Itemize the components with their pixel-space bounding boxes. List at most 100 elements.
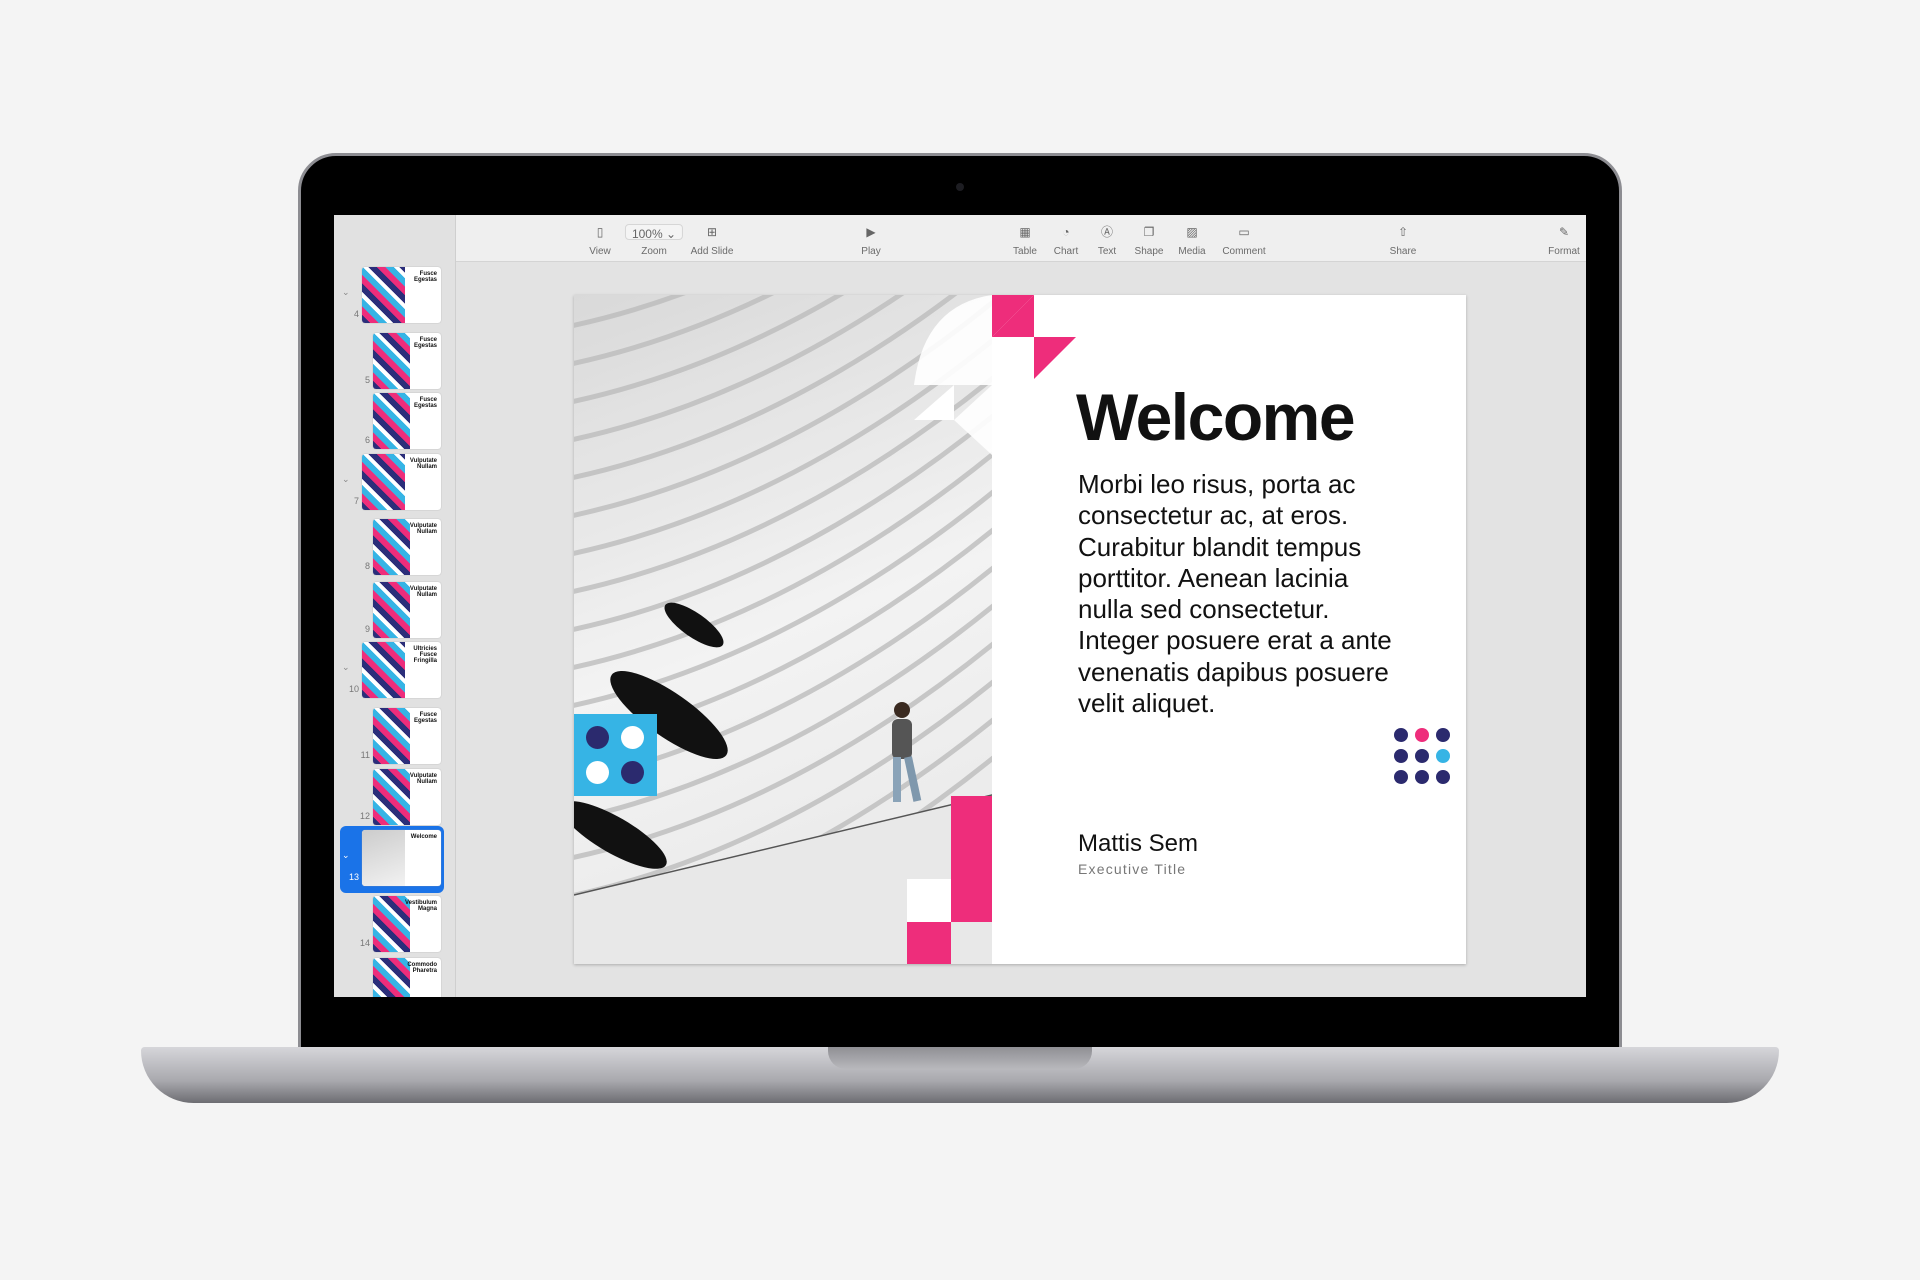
slide-number: 7 [353,496,359,506]
dot [1415,728,1429,742]
thumbnail-title: Commodo Pharetra [407,962,437,974]
toolbar-label: Text [1097,246,1117,257]
toolbar-table-button[interactable]: ▦ Table [1013,224,1037,257]
slide-canvas[interactable]: Welcome Morbi leo risus, porta ac consec… [574,295,1466,964]
slide-thumbnail[interactable]: Vulputate Nullam [362,454,441,510]
dot-grid [1394,728,1454,788]
toolbar-zoom-button[interactable]: 100% ⌄ Zoom [624,224,684,257]
slide-thumbnail[interactable]: Welcome [362,830,441,886]
thumbnail-title: Fusce Egestas [413,271,437,283]
pink-bar [951,796,992,922]
thumbnail-title: Fusce Egestas [413,337,437,349]
slide-thumbnail[interactable]: Fusce Egestas [362,267,441,323]
toolbar-label: Chart [1053,246,1079,257]
slide-thumbnail[interactable]: Fusce Egestas [373,333,441,389]
shape-icon: ❐ [1143,225,1155,239]
dot [1394,749,1408,763]
toolbar-view-button[interactable]: ▯ View [589,224,611,257]
plus-square-icon: ⊞ [706,225,718,239]
dot [1415,770,1429,784]
thumbnail-title: Fusce Egestas [413,397,437,409]
slide-number: 4 [353,309,359,319]
thumbnail-title: Vulputate Nullam [409,586,437,598]
table-icon: ▦ [1019,225,1031,239]
chart-icon: ◔ [1062,225,1070,239]
share-icon: ⇧ [1397,225,1409,239]
slide-number: 10 [348,684,359,694]
dot [1415,749,1429,763]
slide-number: 14 [359,938,370,948]
pink-triangles [914,295,1076,455]
zoom-select: 100% ⌄ [624,224,684,241]
slide-body[interactable]: Morbi leo risus, porta ac consectetur ac… [1078,469,1408,719]
toolbar-share-button[interactable]: ⇧ Share [1390,224,1417,257]
toolbar-label: Share [1389,246,1417,257]
text-box-icon: Ⓐ [1100,225,1113,239]
collapse-chevron-icon[interactable]: ⌄ [342,474,350,485]
slide-thumbnail[interactable]: Vestibulum Magna [373,896,441,952]
image-icon: ▨ [1186,225,1198,239]
dot [1436,770,1450,784]
slide-number: 6 [364,435,370,445]
slide-number: 9 [364,624,370,634]
toolbar-comment-button[interactable]: ▭ Comment [1222,224,1265,257]
slide-thumbnail[interactable]: Fusce Egestas [373,393,441,449]
toolbar-label: Add Slide [690,246,734,257]
toolbar-label: Format [1548,246,1580,257]
keynote-window: Fusce Egestas 4 ⌄ Fusce Egestas 5 Fusce Egest… [334,215,1586,997]
toolbar-media-button[interactable]: ▨ Media [1178,224,1205,257]
thumbnail-title: Vulputate Nullam [409,523,437,535]
slide-thumbnail[interactable]: Fusce Egestas [373,708,441,764]
dot [1394,728,1408,742]
toolbar-chart-button[interactable]: ◔ Chart [1054,224,1078,257]
thumbnail-title: Vulputate Nullam [409,458,437,470]
toolbar-play-button[interactable]: ▶ Play [861,224,880,257]
slide-number: 8 [364,561,370,571]
sidebar-icon: ▯ [596,225,604,239]
toolbar-format-button[interactable]: ✎ Format [1548,224,1580,257]
slide-number: 13 [348,872,359,882]
camera [956,183,964,191]
toolbar-add-slide-button[interactable]: ⊞ Add Slide [691,224,734,257]
dot [1436,749,1450,763]
toolbar-label: View [589,246,611,257]
toolbar-label: Zoom [641,246,667,257]
collapse-chevron-icon[interactable]: ⌄ [342,287,350,298]
toolbar-shape-button[interactable]: ❐ Shape [1135,224,1164,257]
thumbnail-title: Vestibulum Magna [404,900,437,912]
slide-navigator[interactable]: Fusce Egestas 4 ⌄ Fusce Egestas 5 Fusce Egest… [334,215,456,997]
toolbar-label: Table [1013,246,1037,257]
blue-dot-tile [574,714,657,796]
slide-thumbnail[interactable]: Vulputate Nullam [373,582,441,638]
slide-thumbnail[interactable]: Vulputate Nullam [373,769,441,825]
collapse-chevron-icon[interactable]: ⌄ [342,662,350,673]
paintbrush-icon: ✎ [1558,225,1570,239]
presenter-name[interactable]: Mattis Sem [1078,830,1198,858]
thumbnail-title: Fusce Egestas [413,712,437,724]
slide-thumbnail[interactable]: Commodo Pharetra [373,958,441,997]
slide-number: 11 [360,750,370,760]
collapse-chevron-icon[interactable]: ⌄ [342,850,350,861]
play-icon: ▶ [866,225,876,239]
dot [1436,728,1450,742]
thumbnail-title: Welcome [410,834,437,840]
toolbar-label: Shape [1134,246,1164,257]
white-square [907,879,951,922]
toolbar-text-button[interactable]: Ⓐ Text [1098,224,1116,257]
toolbar-label: Media [1178,246,1206,257]
dot [1394,770,1408,784]
presenter-title[interactable]: Executive Title [1078,861,1186,877]
toolbar-label: Comment [1222,246,1266,257]
comment-icon: ▭ [1238,225,1250,239]
thumbnail-title: Ultricies Fusce Fringilla [413,646,437,664]
slide-title[interactable]: Welcome [1076,379,1356,455]
slide-thumbnail[interactable]: Ultricies Fusce Fringilla [362,642,441,698]
slide-number: 5 [364,375,370,385]
toolbar-label: Play [861,246,881,257]
laptop-notch [828,1047,1092,1069]
thumbnail-title: Vulputate Nullam [409,773,437,785]
slide-thumbnail[interactable]: Vulputate Nullam [373,519,441,575]
toolbar: ▯ View 100% ⌄ Zoom ⊞ Add Slide ▶ Play ▦ Table ◔ Cha… [456,215,1586,262]
slide-number: 12 [359,811,370,821]
pink-square [907,922,951,964]
